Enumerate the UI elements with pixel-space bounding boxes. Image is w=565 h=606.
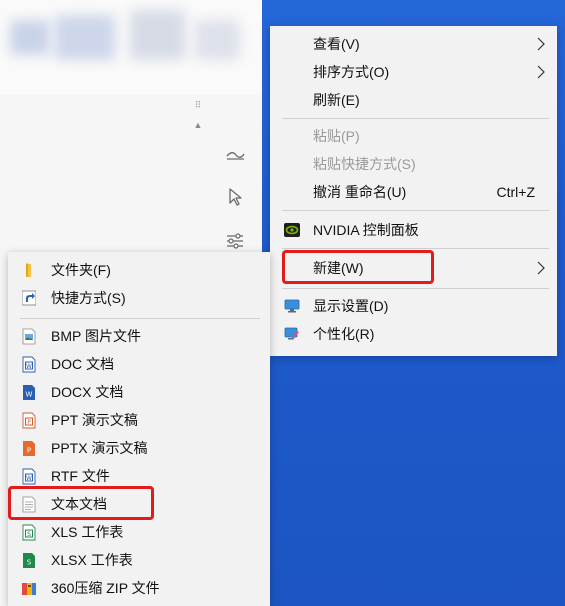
chevron-right-icon — [537, 37, 545, 51]
menu-item-label: NVIDIA 控制面板 — [313, 222, 419, 238]
doc-file-icon: W — [22, 356, 36, 372]
submenu-item-ppt[interactable]: P PPT 演示文稿 — [8, 406, 270, 434]
shortcut-icon — [22, 290, 36, 305]
svg-text:W: W — [26, 475, 32, 482]
xls-file-icon: S — [22, 524, 36, 540]
cursor-icon[interactable] — [222, 184, 248, 210]
pptx-file-icon: P — [23, 440, 35, 456]
submenu-item-label: BMP 图片文件 — [51, 328, 141, 344]
submenu-item-docx[interactable]: W DOCX 文档 — [8, 378, 270, 406]
menu-item-label: 个性化(R) — [313, 326, 375, 342]
folder-icon — [26, 262, 31, 277]
submenu-item-label: 文件夹(F) — [51, 262, 111, 278]
chevron-right-icon — [537, 65, 545, 79]
menu-item-label: 排序方式(O) — [313, 64, 390, 80]
menu-separator — [282, 210, 549, 211]
menu-separator — [282, 248, 549, 249]
submenu-item-label: RTF 文件 — [51, 468, 110, 484]
menu-item-label: 撤消 重命名(U) — [313, 184, 407, 200]
submenu-item-pptx[interactable]: P PPTX 演示文稿 — [8, 434, 270, 462]
docx-file-icon: W — [23, 384, 35, 400]
svg-text:W: W — [26, 390, 33, 398]
ppt-file-icon: P — [22, 412, 36, 428]
chevron-right-icon — [537, 261, 545, 275]
svg-text:W: W — [26, 363, 32, 370]
menu-separator — [20, 318, 260, 319]
zip-file-icon — [22, 582, 36, 595]
menu-item-paste-shortcut[interactable]: 粘贴快捷方式(S) — [270, 150, 557, 178]
submenu-item-bmp[interactable]: BMP 图片文件 — [8, 322, 270, 350]
menu-separator — [282, 118, 549, 119]
blurred-content — [130, 10, 185, 60]
pen-icon[interactable] — [222, 140, 248, 166]
menu-item-label: 查看(V) — [313, 36, 360, 52]
bmp-file-icon — [22, 328, 36, 344]
menu-item-personalize[interactable]: 个性化(R) — [270, 320, 557, 348]
highlight-box-new — [282, 250, 434, 284]
svg-text:S: S — [27, 558, 32, 566]
sliders-icon[interactable] — [222, 228, 248, 254]
submenu-item-zip[interactable]: 360压缩 ZIP 文件 — [8, 574, 270, 602]
menu-item-paste[interactable]: 粘贴(P) — [270, 122, 557, 150]
submenu-item-xls[interactable]: S XLS 工作表 — [8, 518, 270, 546]
menu-item-label: 粘贴快捷方式(S) — [313, 156, 416, 172]
submenu-item-shortcut[interactable]: 快捷方式(S) — [8, 284, 270, 312]
display-settings-icon — [284, 299, 300, 313]
submenu-item-folder[interactable]: 文件夹(F) — [8, 256, 270, 284]
blurred-content — [10, 20, 50, 55]
desktop-screen: ⠿ ▲ 查看(V) 排序方式(O) 刷新(E) 粘贴(P) 粘贴快捷方式(S) … — [0, 0, 565, 606]
menu-item-label: 粘贴(P) — [313, 128, 360, 144]
nvidia-icon — [284, 223, 300, 237]
menu-separator — [282, 288, 549, 289]
personalize-icon — [284, 327, 299, 340]
blurred-content — [55, 15, 115, 60]
svg-text:P: P — [27, 446, 31, 454]
submenu-item-label: DOCX 文档 — [51, 384, 124, 400]
menu-item-shortcut: Ctrl+Z — [496, 184, 536, 200]
desktop-context-menu: 查看(V) 排序方式(O) 刷新(E) 粘贴(P) 粘贴快捷方式(S) 撤消 重… — [270, 26, 557, 356]
highlight-box-text-document — [8, 486, 154, 520]
scroll-grip-icon[interactable]: ⠿ — [193, 100, 203, 110]
menu-item-nvidia-control-panel[interactable]: NVIDIA 控制面板 — [270, 216, 557, 244]
rtf-file-icon: W — [22, 468, 36, 484]
menu-item-display-settings[interactable]: 显示设置(D) — [270, 292, 557, 320]
menu-item-label: 显示设置(D) — [313, 298, 389, 314]
menu-item-view[interactable]: 查看(V) — [270, 30, 557, 58]
svg-text:P: P — [27, 419, 31, 426]
menu-item-sort-by[interactable]: 排序方式(O) — [270, 58, 557, 86]
menu-item-undo-rename[interactable]: 撤消 重命名(U) Ctrl+Z — [270, 178, 557, 206]
blurred-content — [195, 20, 240, 60]
menu-item-label: 刷新(E) — [313, 92, 360, 108]
submenu-item-label: 快捷方式(S) — [51, 290, 126, 306]
submenu-item-label: PPTX 演示文稿 — [51, 440, 148, 456]
blurred-window-area — [0, 0, 262, 100]
submenu-item-xlsx[interactable]: S XLSX 工作表 — [8, 546, 270, 574]
submenu-item-label: XLSX 工作表 — [51, 552, 133, 568]
submenu-item-label: 360压缩 ZIP 文件 — [51, 580, 160, 596]
xlsx-file-icon: S — [23, 552, 35, 568]
submenu-item-doc[interactable]: W DOC 文档 — [8, 350, 270, 378]
submenu-item-label: PPT 演示文稿 — [51, 412, 138, 428]
menu-item-refresh[interactable]: 刷新(E) — [270, 86, 557, 114]
submenu-item-label: DOC 文档 — [51, 356, 114, 372]
new-submenu: 文件夹(F) 快捷方式(S) BMP 图片文件 W DOC 文档 W DOCX … — [8, 252, 270, 606]
svg-text:S: S — [27, 531, 31, 538]
scroll-up-arrow-icon[interactable]: ▲ — [192, 120, 204, 130]
submenu-item-label: XLS 工作表 — [51, 524, 124, 540]
